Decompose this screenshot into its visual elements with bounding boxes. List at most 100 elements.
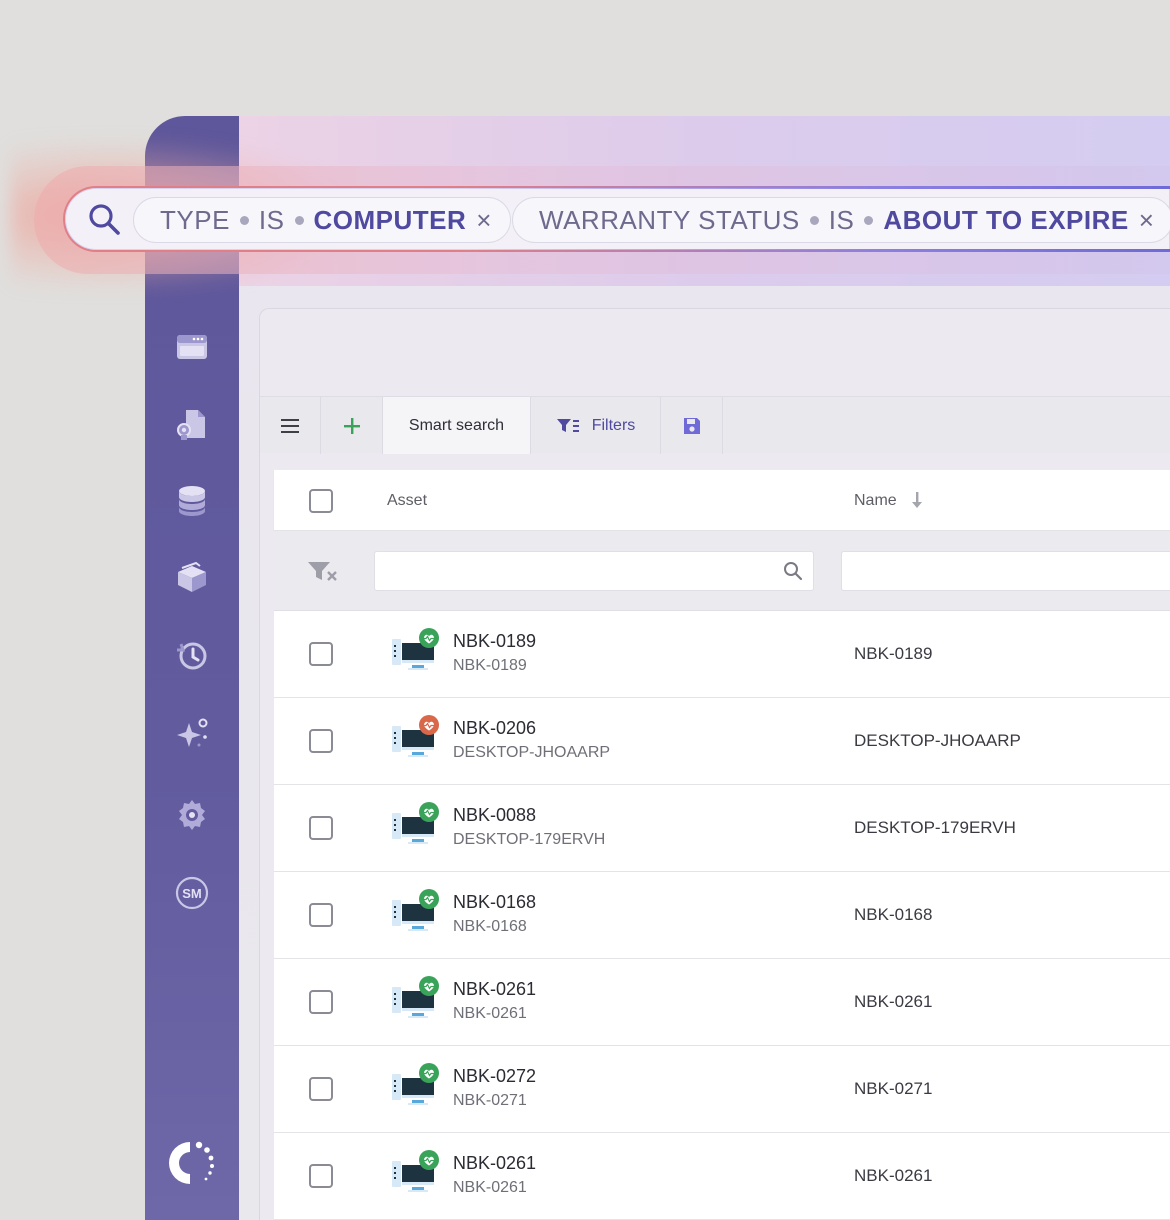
hamburger-icon [281, 418, 299, 433]
menu-button[interactable] [260, 397, 321, 454]
table-row[interactable]: NBK-0189 NBK-0189 NBK-0189 [274, 611, 1170, 698]
asset-document-icon [177, 410, 205, 440]
asset-title[interactable]: NBK-0272 [453, 1066, 536, 1087]
filter-icon [556, 418, 579, 432]
filters-button[interactable]: Filters [531, 397, 661, 454]
asset-title[interactable]: NBK-0206 [453, 718, 536, 739]
asset-title[interactable]: NBK-0261 [453, 1153, 536, 1174]
chip-value: COMPUTER [313, 204, 467, 235]
add-button[interactable] [321, 397, 383, 454]
asset-subtitle: NBK-0261 [453, 1005, 527, 1022]
asset-title[interactable]: NBK-0189 [453, 631, 536, 652]
asset-title[interactable]: NBK-0088 [453, 805, 536, 826]
asset-subtitle: NBK-0168 [453, 918, 527, 935]
asset-subtitle: DESKTOP-JHOAARP [453, 744, 611, 761]
sidebar-item-packages[interactable] [173, 559, 211, 597]
asset-table: Asset Name NBK-0189 NBK-0189 NBK-0189 NBK-0… [274, 470, 1170, 1220]
name-filter-input[interactable] [841, 551, 1170, 591]
computer-status-icon [392, 1150, 439, 1192]
chip-separator [864, 215, 874, 225]
column-header-name[interactable]: Name [854, 492, 897, 510]
filter-chip-type[interactable]: TYPE IS COMPUTER × [133, 197, 511, 243]
plus-icon [343, 417, 360, 434]
row-checkbox[interactable] [309, 729, 333, 753]
dashboard-icon [177, 335, 207, 359]
chip-separator [809, 215, 819, 225]
row-checkbox[interactable] [309, 1164, 333, 1188]
asset-name: DESKTOP-JHOAARP [854, 731, 1021, 750]
chip-separator [239, 215, 249, 225]
brand-logo[interactable] [167, 1138, 217, 1188]
chip-remove-icon[interactable]: × [1139, 205, 1155, 236]
brand-logo-icon [169, 1141, 214, 1184]
asset-subtitle: NBK-0189 [453, 657, 527, 674]
package-icon [178, 561, 206, 592]
sparkle-ai-icon [177, 718, 208, 747]
table-row[interactable]: NBK-0168 NBK-0168 NBK-0168 [274, 872, 1170, 959]
chip-field: WARRANTY STATUS [539, 204, 800, 235]
row-checkbox[interactable] [309, 1077, 333, 1101]
smart-search-bar[interactable]: TYPE IS COMPUTER × WARRANTY STATUS IS AB… [63, 186, 1170, 252]
table-row[interactable]: NBK-0272 NBK-0271 NBK-0271 [274, 1046, 1170, 1133]
search-icon[interactable] [87, 202, 121, 236]
save-icon [683, 417, 700, 434]
asset-name: NBK-0271 [854, 1079, 933, 1098]
row-checkbox[interactable] [309, 903, 333, 927]
filters-label: Filters [591, 416, 636, 434]
asset-title[interactable]: NBK-0261 [453, 979, 536, 1000]
computer-status-icon [392, 976, 439, 1018]
asset-name: NBK-0168 [854, 905, 933, 924]
sidebar-item-history[interactable] [173, 636, 211, 674]
row-checkbox[interactable] [309, 642, 333, 666]
tab-smart-search[interactable]: Smart search [383, 397, 531, 454]
asset-name: DESKTOP-179ERVH [854, 818, 1016, 837]
filter-row [274, 531, 1170, 611]
history-icon [177, 642, 207, 670]
table-row[interactable]: NBK-0206 DESKTOP-JHOAARP DESKTOP-JHOAARP [274, 698, 1170, 785]
asset-title[interactable]: NBK-0168 [453, 892, 536, 913]
toolbar: Smart search Filters [260, 396, 1170, 454]
row-checkbox[interactable] [309, 990, 333, 1014]
sidebar-item-sm[interactable]: SM [173, 874, 211, 912]
sidebar-item-settings[interactable] [173, 796, 211, 834]
computer-status-icon [392, 1063, 439, 1105]
computer-status-icon [392, 628, 439, 670]
filter-chip-warranty[interactable]: WARRANTY STATUS IS ABOUT TO EXPIRE × [512, 197, 1170, 243]
sort-down-icon[interactable] [910, 490, 924, 510]
sm-icon: SM [175, 876, 209, 910]
table-header: Asset Name [274, 470, 1170, 531]
asset-name: NBK-0189 [854, 644, 933, 663]
search-icon [784, 562, 803, 581]
sidebar-item-database[interactable] [173, 482, 211, 520]
smart-search-label: Smart search [408, 416, 505, 434]
table-row[interactable]: NBK-0088 DESKTOP-179ERVH DESKTOP-179ERVH [274, 785, 1170, 872]
asset-name: NBK-0261 [854, 1166, 933, 1185]
chip-operator: IS [258, 204, 285, 235]
computer-status-icon [392, 802, 439, 844]
chip-field: TYPE [160, 204, 230, 235]
asset-filter-input[interactable] [374, 551, 814, 591]
asset-subtitle: DESKTOP-179ERVH [453, 831, 606, 848]
chip-operator: IS [828, 204, 855, 235]
asset-subtitle: NBK-0261 [453, 1179, 527, 1196]
filter-clear-icon[interactable] [306, 559, 338, 583]
table-row[interactable]: NBK-0261 NBK-0261 NBK-0261 [274, 959, 1170, 1046]
sidebar-item-dashboard[interactable] [173, 328, 211, 366]
sm-label: SM [182, 886, 202, 901]
save-button[interactable] [661, 397, 723, 454]
computer-status-icon [392, 715, 439, 757]
sidebar-item-ai[interactable] [173, 714, 211, 752]
select-all-checkbox[interactable] [309, 489, 333, 513]
chip-value: ABOUT TO EXPIRE [883, 204, 1129, 235]
column-header-asset[interactable]: Asset [387, 492, 427, 510]
chip-remove-icon[interactable]: × [476, 205, 492, 236]
row-checkbox[interactable] [309, 816, 333, 840]
asset-name: NBK-0261 [854, 992, 933, 1011]
asset-subtitle: NBK-0271 [453, 1092, 527, 1109]
sidebar-item-assets[interactable] [173, 405, 211, 443]
database-icon [179, 486, 205, 516]
computer-status-icon [392, 889, 439, 931]
table-row[interactable]: NBK-0261 NBK-0261 NBK-0261 [274, 1133, 1170, 1220]
gear-icon [179, 800, 205, 830]
chip-separator [294, 215, 304, 225]
